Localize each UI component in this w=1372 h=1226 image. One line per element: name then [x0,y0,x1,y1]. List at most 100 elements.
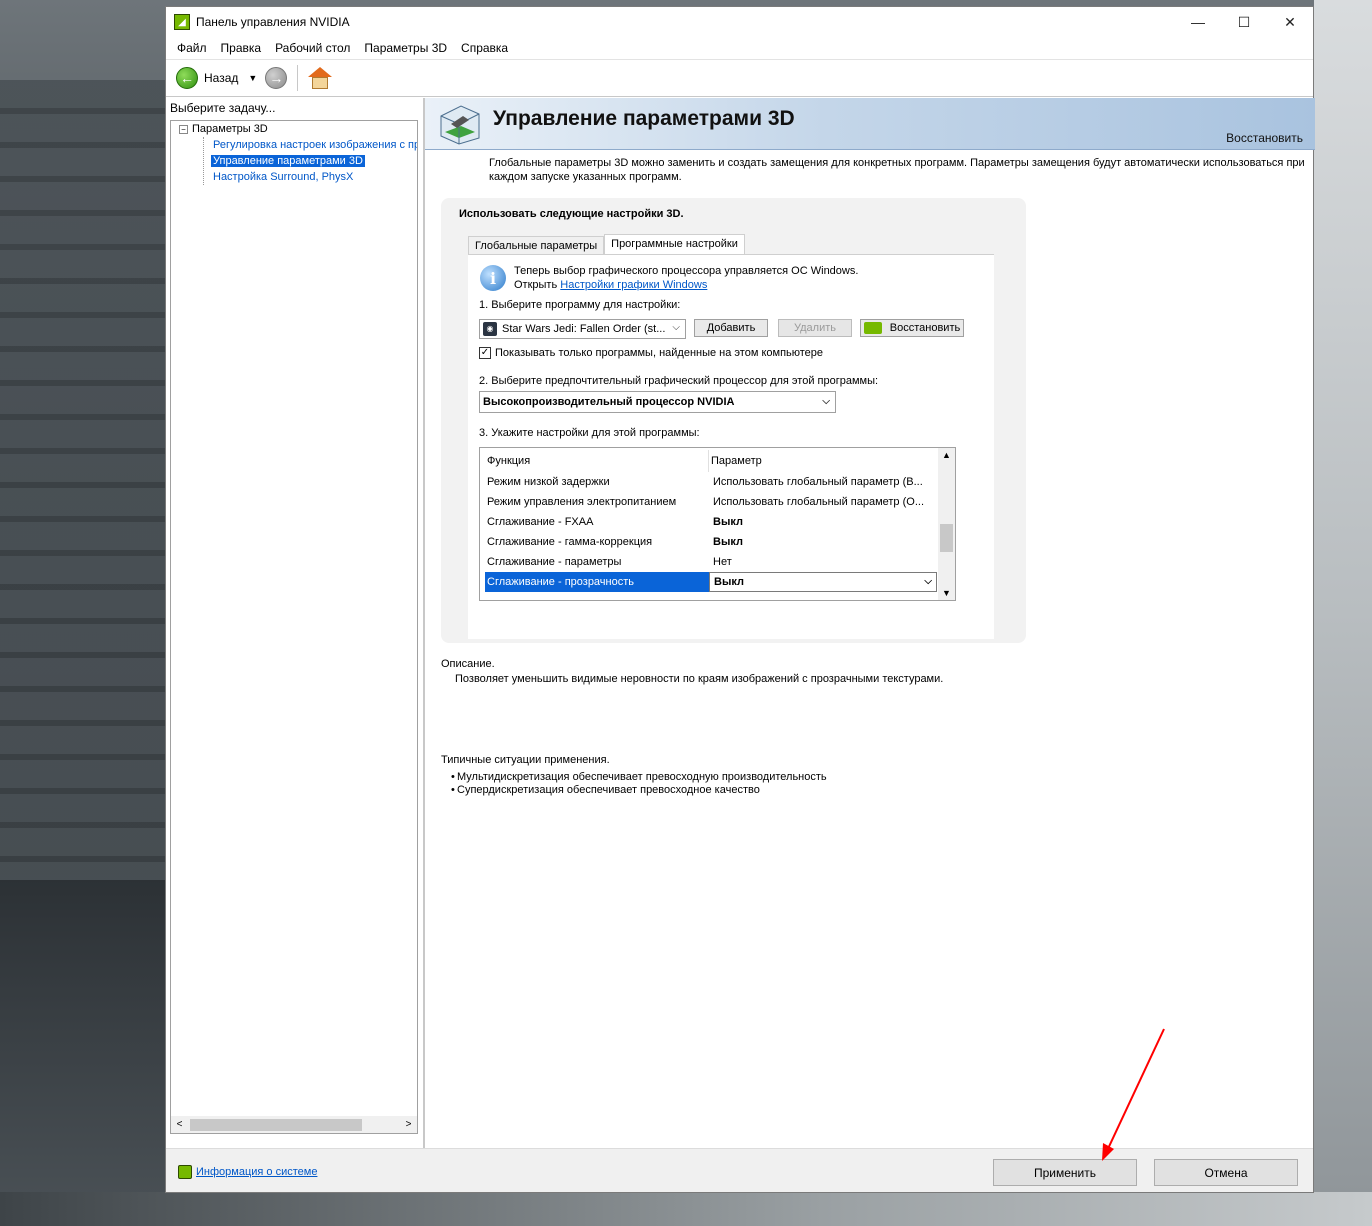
settings-tabs: Глобальные параметры Программные настрой… [468,234,745,255]
settings-group-title: Использовать следующие настройки 3D. [459,208,684,220]
settings-group: Использовать следующие настройки 3D. Гло… [441,198,1026,643]
window-title: Панель управления NVIDIA [196,15,350,29]
maximize-button[interactable]: ☐ [1221,7,1267,37]
intro-text: Глобальные параметры 3D можно заменить и… [489,157,1305,183]
step3-label: 3. Укажите настройки для этой программы: [479,427,700,439]
add-program-button[interactable]: Добавить [694,319,768,337]
scroll-up-icon[interactable]: ▲ [942,450,951,460]
row-feature: Сглаживание - параметры [487,556,622,568]
menu-file[interactable]: Файл [170,41,214,55]
row-feature: Сглаживание - прозрачность [485,572,709,592]
system-info-link[interactable]: Информация о системе [196,1166,317,1178]
program-settings-page: i Теперь выбор графического процессора у… [468,254,994,639]
task-label: Выберите задачу... [170,101,276,115]
checkbox-checked-icon[interactable]: ✓ [479,347,491,359]
menu-bar: Файл Правка Рабочий стол Параметры 3D Сп… [166,37,1313,59]
minimize-button[interactable]: — [1175,7,1221,37]
info-open-line: Открыть Настройки графики Windows [514,279,707,291]
tree-root-3d-settings[interactable]: − Параметры 3D [179,123,268,135]
description-text: Позволяет уменьшить видимые неровности п… [455,673,944,685]
row-feature: Режим низкой задержки [487,476,610,488]
sidebar-item-manage-3d[interactable]: Управление параметрами 3D [211,155,365,167]
gpu-select[interactable]: Высокопроизводительный процессор NVIDIA … [479,391,836,413]
close-button[interactable]: ✕ [1267,7,1313,37]
nvidia-app-icon: ◢ [174,14,190,30]
table-row[interactable]: Режим управления электропитанием Использ… [485,492,937,512]
restore-program-button[interactable]: Восстановить [860,319,964,337]
row-feature: Сглаживание - гамма-коррекция [487,536,653,548]
usage-label: Типичные ситуации применения. [441,754,610,766]
row-value: Выкл [714,576,744,588]
table-row[interactable]: Сглаживание - гамма-коррекция Выкл [485,532,937,552]
program-select-value: Star Wars Jedi: Fallen Order (st... [502,323,666,335]
menu-3d-settings[interactable]: Параметры 3D [357,41,454,55]
cancel-button[interactable]: Отмена [1154,1159,1298,1186]
table-row[interactable]: Режим низкой задержки Использовать глоба… [485,472,937,492]
info-icon: i [480,265,506,291]
table-vertical-scrollbar[interactable]: ▲ ▼ [938,448,955,600]
forward-arrow-icon[interactable]: → [265,67,288,89]
column-header-function[interactable]: Функция [485,450,709,472]
nvidia-logo-icon [863,322,882,334]
scroll-down-icon[interactable]: ▼ [942,588,951,598]
row-feature: Сглаживание - FXAA [487,516,594,528]
info-open-label: Открыть [514,279,558,291]
back-button-label[interactable]: Назад [204,71,238,85]
back-arrow-icon[interactable]: ← [176,67,198,89]
tab-program-settings[interactable]: Программные настройки [604,234,745,255]
info-message: Теперь выбор графического процессора упр… [514,265,859,277]
chevron-down-icon: ⌵ [924,576,932,587]
settings-table: Функция Параметр Режим низкой задержки И… [479,447,956,601]
scroll-thumb[interactable] [190,1118,362,1131]
row-feature: Режим управления электропитанием [487,496,677,508]
program-select[interactable]: ◉ Star Wars Jedi: Fallen Order (st... ⌵ [479,319,686,339]
remove-program-button[interactable]: Удалить [778,319,852,337]
row-value: Использовать глобальный параметр (О... [713,496,924,508]
task-panel: Выберите задачу... − Параметры 3D Регули… [166,98,422,1148]
windows-graphics-settings-link[interactable]: Настройки графики Windows [560,279,707,291]
scroll-thumb[interactable] [940,524,953,552]
toolbar: ← Назад ▼ → [166,59,1313,97]
step2-label: 2. Выберите предпочтительный графический… [479,375,879,387]
3d-settings-icon [440,105,480,145]
system-info[interactable]: Информация о системе [178,1165,317,1179]
annotation-arrow-icon [1102,1028,1165,1161]
wallpaper-building [0,80,165,880]
tree-horizontal-scrollbar[interactable]: < > [171,1116,417,1133]
chevron-down-icon: ⌵ [672,322,680,333]
sidebar-item-image-settings[interactable]: Регулировка настроек изображения с пр [211,139,417,151]
scroll-right-icon[interactable]: > [400,1119,417,1130]
row-value: Нет [713,556,732,568]
row-value: Выкл [713,516,743,528]
step1-label: 1. Выберите программу для настройки: [479,299,681,311]
page-title: Управление параметрами 3D [493,107,795,130]
home-icon[interactable] [308,67,333,89]
table-row-selected[interactable]: Сглаживание - прозрачность Выкл ⌵ [485,572,937,592]
row-value-dropdown[interactable]: Выкл ⌵ [709,572,937,592]
title-bar[interactable]: ◢ Панель управления NVIDIA — ☐ ✕ [166,7,1313,37]
wallpaper-bottom [0,1192,1372,1226]
collapse-icon[interactable]: − [179,124,188,134]
table-row[interactable]: Сглаживание - FXAA Выкл [485,512,937,532]
show-found-programs-checkbox[interactable]: ✓ Показывать только программы, найденные… [479,347,823,359]
menu-desktop[interactable]: Рабочий стол [268,41,357,55]
nvidia-control-panel-window: ◢ Панель управления NVIDIA — ☐ ✕ Файл Пр… [165,6,1315,1193]
menu-help[interactable]: Справка [454,41,515,55]
restore-program-label: Восстановить [889,322,961,334]
menu-edit[interactable]: Правка [214,41,269,55]
table-row[interactable]: Сглаживание - параметры Нет [485,552,937,572]
description-label: Описание. [441,658,495,670]
scroll-left-icon[interactable]: < [171,1119,188,1130]
task-tree: − Параметры 3D Регулировка настроек изоб… [170,120,418,1134]
sidebar-item-surround-physx[interactable]: Настройка Surround, PhysX [211,171,355,183]
wallpaper-right [1314,0,1372,1226]
restore-defaults-link[interactable]: Восстановить [1226,131,1303,145]
checkbox-label: Показывать только программы, найденные н… [495,347,824,359]
tab-global-settings[interactable]: Глобальные параметры [468,236,605,255]
toolbar-separator [297,65,299,91]
column-header-parameter[interactable]: Параметр [709,450,762,472]
gpu-select-value: Высокопроизводительный процессор NVIDIA [483,396,735,408]
page-header: Управление параметрами 3D Восстановить [425,98,1315,150]
history-dropdown-icon[interactable]: ▼ [248,73,257,83]
table-header: Функция Параметр [485,450,937,472]
